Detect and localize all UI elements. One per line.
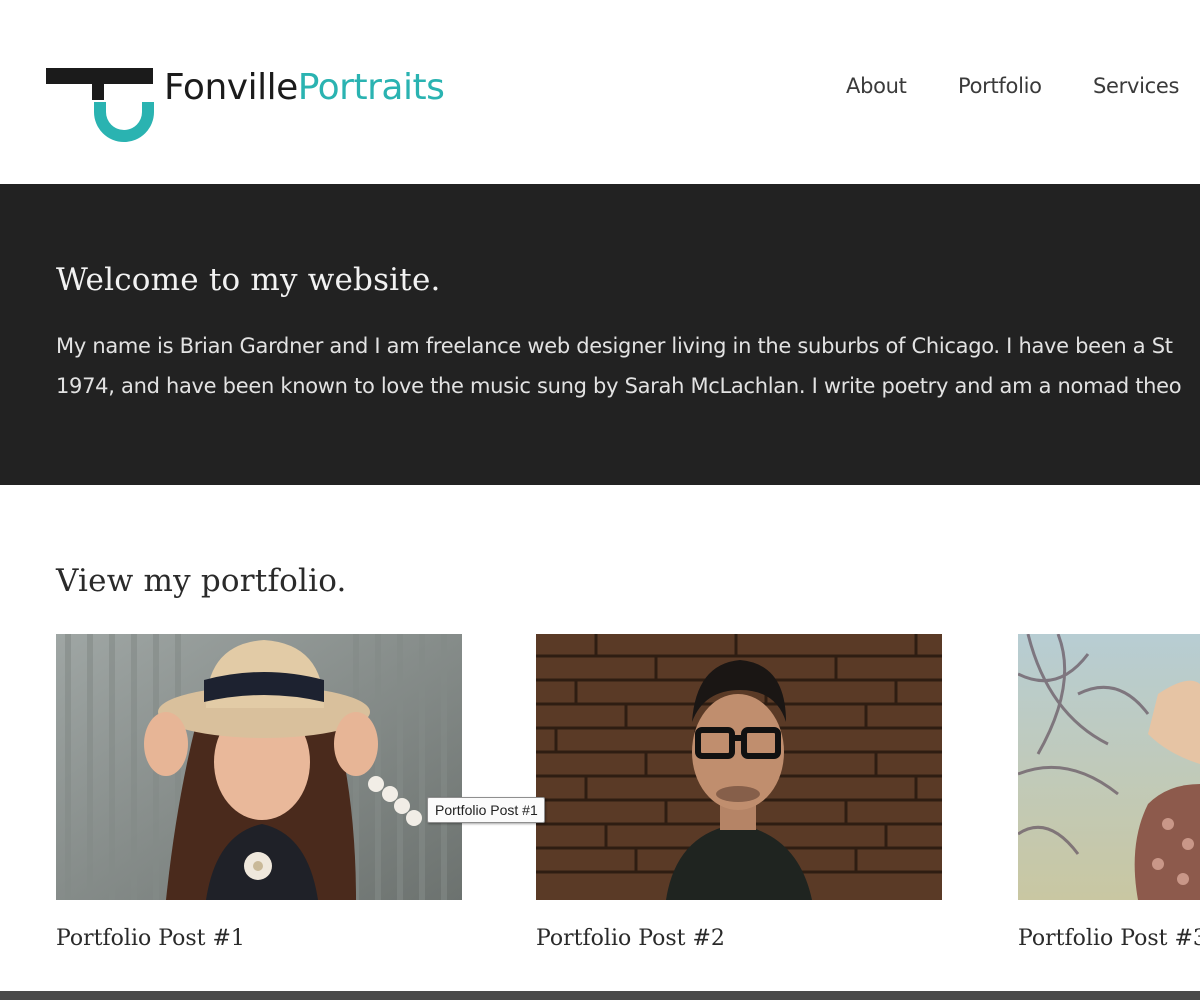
logo-mark-icon — [46, 68, 154, 142]
portfolio-image-2[interactable] — [536, 634, 942, 900]
portfolio-title-1[interactable]: Portfolio Post #1 — [56, 926, 245, 951]
nav-item-about[interactable]: About — [846, 74, 907, 98]
man-with-glasses-photo-icon — [536, 634, 942, 900]
welcome-title: Welcome to my website. — [56, 262, 441, 298]
welcome-text-line-2: 1974, and have been known to love the mu… — [56, 374, 1182, 398]
portfolio-image-1[interactable] — [56, 634, 462, 900]
nav-item-portfolio[interactable]: Portfolio — [958, 74, 1042, 98]
outdoor-portrait-photo-icon — [1018, 634, 1200, 900]
portfolio-image-3[interactable] — [1018, 634, 1200, 900]
footer-bar — [0, 991, 1200, 1000]
logo-word-portraits: Portraits — [297, 67, 445, 108]
portfolio-title-3[interactable]: Portfolio Post #3 — [1018, 926, 1200, 951]
logo-word-fonville: Fonville — [164, 67, 298, 108]
portfolio-heading: View my portfolio. — [56, 563, 347, 599]
tooltip: Portfolio Post #1 — [427, 797, 545, 823]
welcome-section: Welcome to my website. My name is Brian … — [0, 184, 1200, 485]
woman-in-hat-photo-icon — [56, 634, 462, 900]
site-header: FonvillePortraits About Portfolio Servic… — [0, 0, 1200, 184]
welcome-text: My name is Brian Gardner and I am freela… — [56, 326, 1200, 406]
nav-item-services[interactable]: Services — [1093, 74, 1179, 98]
logo-text: FonvillePortraits — [164, 66, 445, 110]
portfolio-title-2[interactable]: Portfolio Post #2 — [536, 926, 725, 951]
welcome-text-line-1: My name is Brian Gardner and I am freela… — [56, 334, 1173, 358]
